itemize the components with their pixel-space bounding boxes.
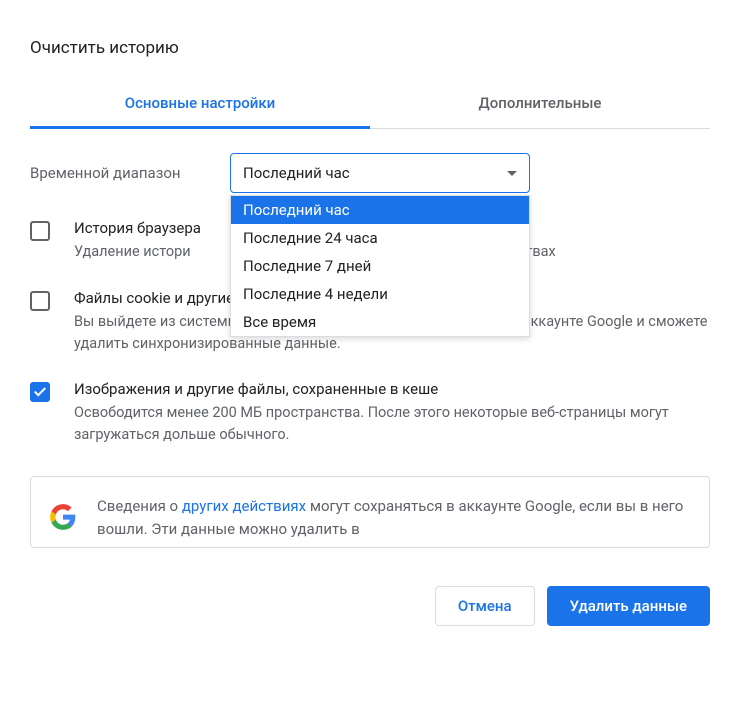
time-range-dropdown: Последний час Последние 24 часа Последни… [230, 195, 530, 337]
tab-basic[interactable]: Основные настройки [30, 80, 370, 129]
time-range-value: Последний час [243, 164, 350, 182]
delete-data-button[interactable]: Удалить данные [547, 586, 710, 626]
google-info-text: Сведения о других действиях могут сохран… [97, 495, 691, 542]
cache-title: Изображения и другие файлы, сохраненные … [74, 380, 710, 398]
tab-advanced[interactable]: Дополнительные [370, 80, 710, 128]
time-option-7d[interactable]: Последние 7 дней [231, 252, 529, 280]
cache-checkbox[interactable] [30, 382, 50, 402]
time-option-4w[interactable]: Последние 4 недели [231, 280, 529, 308]
dialog-footer: Отмена Удалить данные [30, 548, 710, 626]
time-range-label: Временной диапазон [30, 164, 230, 182]
time-option-all[interactable]: Все время [231, 308, 529, 336]
time-range-row: Временной диапазон Последний час Последн… [30, 129, 710, 203]
other-actions-link[interactable]: других действиях [182, 497, 306, 515]
cache-desc: Освободится менее 200 МБ пространства. П… [74, 402, 710, 446]
chevron-down-icon [507, 171, 517, 176]
cache-row: Изображения и другие файлы, сохраненные … [30, 364, 710, 456]
cookies-checkbox[interactable] [30, 291, 50, 311]
dialog-title: Очистить историю [30, 30, 710, 80]
google-info-box: Сведения о других действиях могут сохран… [30, 476, 710, 548]
time-option-24h[interactable]: Последние 24 часа [231, 224, 529, 252]
cancel-button[interactable]: Отмена [435, 586, 535, 626]
history-checkbox[interactable] [30, 221, 50, 241]
tabs: Основные настройки Дополнительные [30, 80, 710, 129]
google-logo-icon [49, 503, 77, 531]
time-option-last-hour[interactable]: Последний час [231, 196, 529, 224]
time-range-select[interactable]: Последний час [230, 153, 530, 193]
check-icon [34, 385, 46, 397]
